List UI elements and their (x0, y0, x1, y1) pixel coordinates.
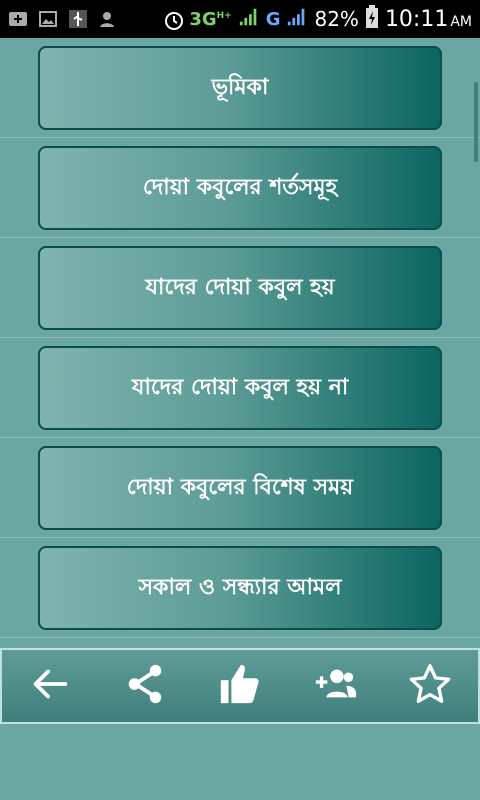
like-button[interactable] (208, 654, 272, 718)
menu-button-accepted[interactable]: যাদের দোয়া কবুল হয় (38, 246, 442, 330)
back-button[interactable] (18, 654, 82, 718)
bottom-toolbar (0, 648, 480, 724)
share-button[interactable] (113, 654, 177, 718)
menu-button-introduction[interactable]: ভূমিকা (38, 46, 442, 130)
list-row: যাদের দোয়া কবুল হয় না (0, 338, 480, 438)
network-type: 3GH+ (189, 8, 232, 30)
signal-2-icon (286, 6, 308, 33)
carrier-label: G (265, 8, 281, 30)
add-user-button[interactable] (303, 654, 367, 718)
menu-button-conditions[interactable]: দোয়া কবুলের শর্তসমূহ (38, 146, 442, 230)
list-row: সকাল ও সন্ধ্যার আমল (0, 538, 480, 638)
image-notification-icon (38, 9, 58, 29)
usb-icon (68, 9, 88, 29)
menu-button-label: সকাল ও সন্ধ্যার আমল (138, 574, 342, 600)
list-row: দোয়া কবুলের শর্তসমূহ (0, 138, 480, 238)
signal-icon (238, 6, 260, 33)
menu-button-label: দোয়া কবুলের বিশেষ সময় (126, 474, 354, 500)
menu-button-label: দোয়া কবুলের শর্তসমূহ (142, 174, 338, 200)
status-bar: 3GH+ G 82% 10:11 AM (0, 0, 480, 38)
share-icon (122, 661, 168, 711)
list-row: ভূমিকা (0, 38, 480, 138)
menu-button-not-accepted[interactable]: যাদের দোয়া কবুল হয় না (38, 346, 442, 430)
menu-button-label: যাদের দোয়া কবুল হয় না (131, 374, 349, 400)
alarm-icon (163, 9, 184, 30)
menu-button-morning-evening[interactable]: সকাল ও সন্ধ্যার আমল (38, 546, 442, 630)
favorite-button[interactable] (398, 654, 462, 718)
thumbs-up-icon (217, 661, 263, 711)
scrollbar[interactable] (474, 82, 478, 162)
star-icon (407, 661, 453, 711)
battery-icon (365, 4, 379, 34)
back-arrow-icon (27, 661, 73, 711)
menu-button-special-times[interactable]: দোয়া কবুলের বিশেষ সময় (38, 446, 442, 530)
menu-button-label: ভূমিকা (211, 74, 269, 100)
list-row: যাদের দোয়া কবুল হয় (0, 238, 480, 338)
account-icon (98, 9, 118, 29)
add-notification-icon (8, 9, 28, 29)
battery-percent: 82% (314, 7, 359, 31)
menu-button-label: যাদের দোয়া কবুল হয় (145, 274, 335, 300)
menu-list: ভূমিকা দোয়া কবুলের শর্তসমূহ যাদের দোয়া… (0, 38, 480, 638)
list-row: দোয়া কবুলের বিশেষ সময় (0, 438, 480, 538)
add-user-icon (312, 661, 358, 711)
clock: 10:11 AM (384, 6, 472, 32)
